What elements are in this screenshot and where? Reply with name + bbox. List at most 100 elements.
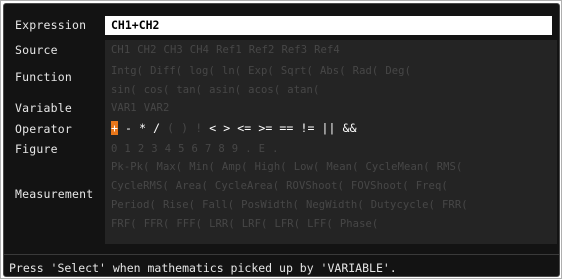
measurement-key[interactable]: LRF(: [242, 218, 268, 230]
measurement-key[interactable]: RMS(: [437, 161, 463, 173]
measurement-key[interactable]: FOVShoot(: [351, 180, 409, 192]
source-key[interactable]: CH1: [111, 44, 130, 56]
figure-key[interactable]: 7: [205, 143, 211, 155]
figure-key[interactable]: E: [259, 143, 265, 155]
measurement-key[interactable]: Low(: [294, 161, 320, 173]
measurement-key[interactable]: FRF(: [111, 218, 137, 230]
source-key[interactable]: CH4: [190, 44, 209, 56]
operator-key[interactable]: >=: [258, 121, 272, 135]
operator-key[interactable]: !=: [300, 121, 314, 135]
function-key[interactable]: Abs(: [320, 65, 346, 77]
expression-input[interactable]: CH1+CH2: [105, 16, 552, 35]
figure-key[interactable]: 0: [111, 143, 117, 155]
figure-key[interactable]: 5: [178, 143, 184, 155]
figure-key[interactable]: .: [272, 143, 278, 155]
operator-label: Operator: [15, 122, 72, 136]
function-key[interactable]: Sqrt(: [281, 65, 313, 77]
figure-key[interactable]: .: [245, 143, 251, 155]
source-label: Source: [15, 43, 58, 57]
measurement-key[interactable]: LFF(: [307, 218, 333, 230]
measurement-label: Measurement: [15, 187, 94, 201]
measurement-key[interactable]: NegWidth(: [306, 199, 364, 211]
source-key[interactable]: Ref2: [249, 44, 275, 56]
measurement-key[interactable]: CycleArea(: [215, 180, 279, 192]
figure-row: 0123456789. E.: [111, 142, 285, 156]
operator-key[interactable]: ): [181, 121, 188, 135]
operator-key[interactable]: <=: [237, 121, 251, 135]
measurement-key[interactable]: ROVShoot(: [286, 180, 344, 192]
measurement-key[interactable]: FFF(: [176, 218, 202, 230]
function-key[interactable]: log(: [189, 65, 215, 77]
figure-key[interactable]: 2: [138, 143, 144, 155]
measurement-key[interactable]: Area(: [176, 180, 208, 192]
measurement-key[interactable]: Freq(: [416, 180, 448, 192]
measurement-key[interactable]: CycleMean(: [366, 161, 430, 173]
measurement-key[interactable]: High(: [255, 161, 287, 173]
measurement-key[interactable]: CycleRMS(: [111, 180, 169, 192]
measurement-row-4: FRF( FFR( FFF( LRR( LRF( LFR( LFF( Phase(: [111, 217, 385, 231]
function-key[interactable]: Intg(: [111, 65, 143, 77]
function-key[interactable]: tan(: [176, 84, 202, 96]
operator-key[interactable]: <: [209, 121, 216, 135]
function-key[interactable]: Diff(: [150, 65, 182, 77]
function-key[interactable]: atan(: [287, 84, 319, 96]
measurement-key[interactable]: Rise(: [163, 199, 195, 211]
measurement-key[interactable]: Phase(: [340, 218, 379, 230]
function-row-2: sin( cos( tan( asin( acos( atan(: [111, 83, 326, 97]
measurement-key[interactable]: Fall(: [202, 199, 234, 211]
operator-key[interactable]: >: [223, 121, 230, 135]
measurement-key[interactable]: FFR(: [144, 218, 170, 230]
operator-key[interactable]: &&: [343, 121, 357, 135]
operator-key[interactable]: *: [139, 121, 146, 135]
function-key[interactable]: ln(: [222, 65, 241, 77]
variable-key[interactable]: VAR1: [111, 102, 137, 114]
figure-key[interactable]: 3: [151, 143, 157, 155]
math-editor-panel: Expression Source Function Variable Oper…: [3, 3, 560, 277]
measurement-key[interactable]: Dutycycle(: [371, 199, 435, 211]
source-key[interactable]: CH3: [164, 44, 183, 56]
measurement-row-1: Pk-Pk( Max( Min( Amp( High( Low( Mean( CycleMea…: [111, 160, 469, 174]
source-key[interactable]: Ref1: [216, 44, 242, 56]
operator-key[interactable]: !: [195, 121, 202, 135]
measurement-key[interactable]: Amp(: [222, 161, 248, 173]
measurement-key[interactable]: Min(: [189, 161, 215, 173]
function-key[interactable]: sin(: [111, 84, 137, 96]
measurement-key[interactable]: Period(: [111, 199, 156, 211]
measurement-key[interactable]: LFR(: [274, 218, 300, 230]
function-key[interactable]: acos(: [248, 84, 280, 96]
figure-key[interactable]: 4: [165, 143, 171, 155]
variable-row: VAR1 VAR2: [111, 101, 176, 115]
measurement-key[interactable]: LRR(: [209, 218, 235, 230]
operator-key[interactable]: +: [111, 121, 119, 135]
figure-key[interactable]: 8: [218, 143, 224, 155]
function-key[interactable]: cos(: [144, 84, 170, 96]
measurement-key[interactable]: Max(: [157, 161, 183, 173]
expression-label: Expression: [15, 18, 87, 32]
operator-key[interactable]: ==: [279, 121, 293, 135]
source-key[interactable]: Ref3: [281, 44, 307, 56]
operator-key[interactable]: /: [153, 121, 160, 135]
function-label: Function: [15, 70, 72, 84]
operator-row: + - * / ()! < > <= >= == != || &&: [111, 121, 364, 135]
function-key[interactable]: Exp(: [248, 65, 274, 77]
function-key[interactable]: asin(: [209, 84, 241, 96]
measurement-key[interactable]: PosWidth(: [241, 199, 299, 211]
measurement-key[interactable]: Mean(: [326, 161, 358, 173]
figure-key[interactable]: 6: [192, 143, 198, 155]
function-key[interactable]: Rad(: [353, 65, 379, 77]
measurement-key[interactable]: Pk-Pk(: [111, 161, 150, 173]
measurement-key[interactable]: FRR(: [442, 199, 468, 211]
source-key[interactable]: Ref4: [314, 44, 340, 56]
operator-key[interactable]: -: [125, 121, 132, 135]
figure-key[interactable]: 1: [124, 143, 130, 155]
window-frame: Expression Source Function Variable Oper…: [0, 0, 562, 279]
operator-key[interactable]: (: [167, 121, 174, 135]
status-divider: [4, 254, 559, 255]
figure-key[interactable]: 9: [232, 143, 238, 155]
variable-label: Variable: [15, 101, 72, 115]
operator-key[interactable]: ||: [322, 121, 336, 135]
source-key[interactable]: CH2: [137, 44, 156, 56]
source-row: CH1 CH2 CH3 CH4 Ref1 Ref2 Ref3 Ref4: [111, 43, 347, 57]
function-key[interactable]: Deg(: [385, 65, 411, 77]
variable-key[interactable]: VAR2: [144, 102, 170, 114]
